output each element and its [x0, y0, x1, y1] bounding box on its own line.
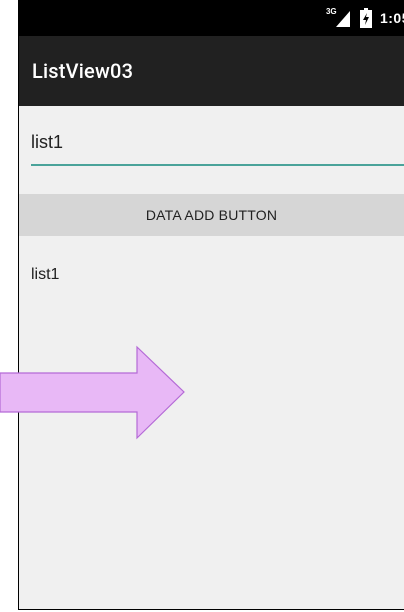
right-arrow-icon	[0, 345, 185, 440]
screenshot-stage: 3G 1:05 ListView03 DATA ADD B	[0, 0, 404, 612]
network-type-label: 3G	[325, 7, 337, 16]
app-bar: ListView03	[19, 36, 404, 106]
list-item[interactable]: list1	[19, 250, 404, 300]
data-list: list1	[19, 250, 404, 300]
data-add-button[interactable]: DATA ADD BUTTON	[19, 194, 404, 236]
status-icons: 3G 1:05	[326, 0, 404, 36]
list-text-input[interactable]	[31, 126, 404, 166]
signal-icon: 3G	[326, 7, 352, 29]
status-bar: 3G 1:05	[19, 0, 404, 36]
battery-icon	[359, 8, 372, 28]
app-title: ListView03	[32, 59, 134, 83]
phone-screen: 3G 1:05 ListView03 DATA ADD B	[18, 0, 404, 610]
status-time: 1:05	[379, 10, 404, 26]
